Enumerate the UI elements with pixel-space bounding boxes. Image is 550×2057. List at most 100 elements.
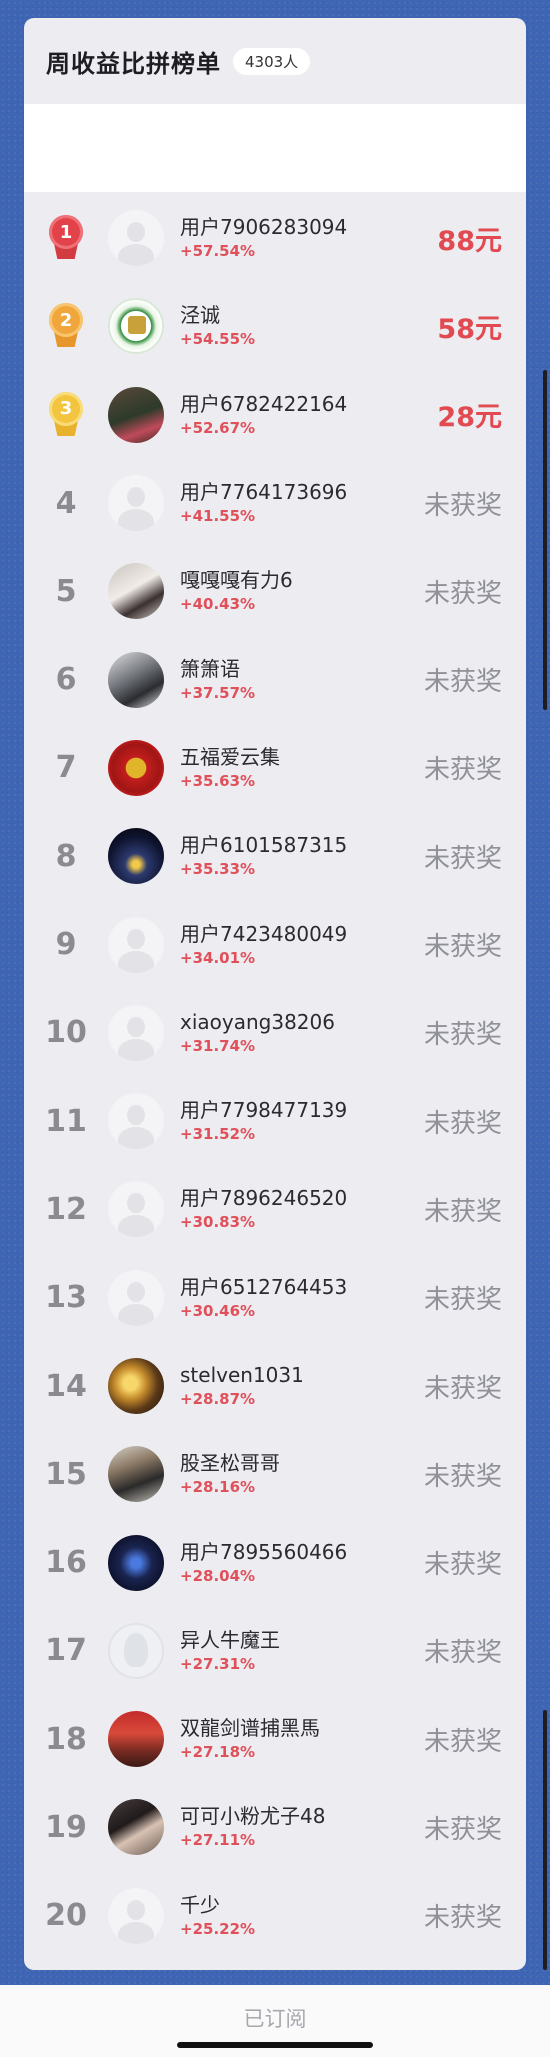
avatar[interactable] [108, 1887, 164, 1944]
user-info: 双龍剑谱捕黑馬 +27.18% [180, 1715, 406, 1763]
leaderboard-row[interactable]: 11 用户7798477139 +31.52% 未获奖 [24, 1077, 526, 1165]
leaderboard-row[interactable]: 13 用户6512764453 +30.46% 未获奖 [24, 1254, 526, 1342]
prize-label: 未获奖 [423, 1373, 502, 1404]
user-name[interactable]: 箫箫语 [180, 656, 406, 682]
rank-cell: 4 [24, 486, 108, 521]
rank-number: 10 [45, 1015, 87, 1051]
user-name[interactable]: 用户7896246520 [180, 1185, 406, 1211]
leaderboard-header: 周收益比拼榜单 4303人 [24, 18, 526, 104]
return-percentage: +52.67% [180, 418, 256, 437]
user-name[interactable]: 用户7423480049 [180, 921, 406, 947]
avatar[interactable] [108, 1622, 164, 1679]
user-info: 用户7896246520 +30.83% [180, 1185, 406, 1233]
avatar[interactable] [108, 1534, 164, 1591]
rank-cell: 19 [24, 1810, 108, 1845]
rank-number: 2 [49, 303, 83, 338]
prize-label: 58元 [437, 313, 502, 345]
user-name[interactable]: xiaoyang38206 [180, 1009, 406, 1035]
user-name[interactable]: 用户7798477139 [180, 1097, 406, 1123]
rank-number: 16 [45, 1545, 87, 1581]
user-name[interactable]: 异人牛魔王 [180, 1627, 406, 1653]
user-name[interactable]: 股圣松哥哥 [180, 1450, 406, 1476]
rank-cell: 7 [24, 750, 108, 785]
user-name[interactable]: 双龍剑谱捕黑馬 [180, 1715, 406, 1741]
leaderboard-row[interactable]: 20 千少 +25.22% 未获奖 [24, 1872, 526, 1960]
user-name[interactable]: 用户7906283094 [180, 214, 406, 240]
avatar[interactable] [108, 739, 164, 796]
avatar[interactable] [108, 475, 164, 532]
rank-cell: 6 [24, 662, 108, 697]
user-name[interactable]: 用户6782422164 [180, 391, 406, 417]
leaderboard-row[interactable]: 18 双龍剑谱捕黑馬 +27.18% 未获奖 [24, 1695, 526, 1783]
rank-number: 13 [45, 1280, 87, 1316]
user-info: 用户7764173696 +41.55% [180, 479, 406, 527]
leaderboard-row[interactable]: 8 用户6101587315 +35.33% 未获奖 [24, 812, 526, 900]
user-info: 用户7423480049 +34.01% [180, 921, 406, 969]
user-name[interactable]: 用户6101587315 [180, 832, 406, 858]
leaderboard-row[interactable]: 2 泾诚 +54.55% 58元 [24, 282, 526, 370]
user-info: 用户7895560466 +28.04% [180, 1539, 406, 1587]
prize-label: 未获奖 [423, 755, 502, 786]
leaderboard-row[interactable]: 3 用户6782422164 +52.67% 28元 [24, 371, 526, 459]
avatar[interactable] [108, 1004, 164, 1061]
leaderboard-row[interactable]: 5 嘎嘎嘎有力6 +40.43% 未获奖 [24, 547, 526, 635]
leaderboard-row[interactable]: 15 股圣松哥哥 +28.16% 未获奖 [24, 1430, 526, 1518]
avatar[interactable] [108, 1269, 164, 1326]
rank-cell: 15 [24, 1457, 108, 1492]
user-name[interactable]: 用户6512764453 [180, 1274, 406, 1300]
leaderboard-row[interactable]: 6 箫箫语 +37.57% 未获奖 [24, 635, 526, 723]
user-name[interactable]: 可可小粉尤子48 [180, 1803, 406, 1829]
leaderboard-row[interactable]: 1 用户7906283094 +57.54% 88元 [24, 194, 526, 282]
rank-number: 15 [45, 1456, 87, 1492]
prize-label: 未获奖 [423, 490, 502, 521]
rank-number: 20 [45, 1898, 87, 1934]
leaderboard-row[interactable]: 9 用户7423480049 +34.01% 未获奖 [24, 900, 526, 988]
avatar[interactable] [108, 298, 164, 355]
avatar[interactable] [108, 1181, 164, 1238]
leaderboard-row[interactable]: 16 用户7895560466 +28.04% 未获奖 [24, 1518, 526, 1606]
avatar[interactable] [108, 1711, 164, 1768]
user-name[interactable]: 嘎嘎嘎有力6 [180, 567, 406, 593]
user-name[interactable]: 泾诚 [180, 302, 406, 328]
leaderboard-row[interactable]: 7 五福爱云集 +35.63% 未获奖 [24, 724, 526, 812]
leaderboard-list: 1 用户7906283094 +57.54% 88元 2 泾诚 +54.55% 58元 3 用户6… [24, 192, 526, 1960]
rank-cell: 16 [24, 1545, 108, 1580]
user-name[interactable]: 千少 [180, 1892, 406, 1918]
avatar[interactable] [108, 563, 164, 620]
leaderboard-row[interactable]: 4 用户7764173696 +41.55% 未获奖 [24, 459, 526, 547]
avatar[interactable] [108, 1358, 164, 1414]
prize-label: 未获奖 [423, 1814, 502, 1845]
avatar[interactable] [108, 210, 164, 267]
banner-area [24, 104, 526, 192]
user-name[interactable]: 五福爱云集 [180, 744, 406, 770]
avatar[interactable] [108, 651, 164, 708]
user-info: 箫箫语 +37.57% [180, 656, 406, 704]
avatar[interactable] [108, 386, 164, 443]
leaderboard-row[interactable]: 14 stelven1031 +28.87% 未获奖 [24, 1342, 526, 1430]
rank-cell: 8 [24, 839, 108, 874]
avatar[interactable] [108, 1093, 164, 1150]
rank-cell: 17 [24, 1633, 108, 1668]
prize-label: 未获奖 [423, 1108, 502, 1139]
return-percentage: +27.31% [180, 1654, 256, 1673]
rank-number: 18 [45, 1721, 87, 1757]
user-name[interactable]: stelven1031 [180, 1362, 406, 1388]
avatar[interactable] [108, 828, 164, 885]
return-percentage: +28.87% [180, 1390, 256, 1408]
avatar[interactable] [108, 1446, 164, 1503]
leaderboard-row[interactable]: 12 用户7896246520 +30.83% 未获奖 [24, 1165, 526, 1253]
subscribed-button[interactable]: 已订阅 [244, 2003, 307, 2057]
leaderboard-row[interactable]: 17 异人牛魔王 +27.31% 未获奖 [24, 1607, 526, 1695]
rank-cell: 12 [24, 1192, 108, 1227]
return-percentage: +35.63% [180, 771, 256, 790]
leaderboard-row[interactable]: 10 xiaoyang38206 +31.74% 未获奖 [24, 989, 526, 1077]
rank-medal-icon: 1 [47, 215, 85, 261]
user-name[interactable]: 用户7764173696 [180, 479, 406, 505]
leaderboard-row[interactable]: 19 可可小粉尤子48 +27.11% 未获奖 [24, 1783, 526, 1871]
avatar[interactable] [108, 916, 164, 973]
user-name[interactable]: 用户7895560466 [180, 1539, 406, 1565]
prize-label: 88元 [437, 225, 502, 257]
avatar[interactable] [108, 1799, 164, 1856]
rank-number: 5 [55, 573, 77, 609]
prize-label: 28元 [437, 402, 502, 434]
